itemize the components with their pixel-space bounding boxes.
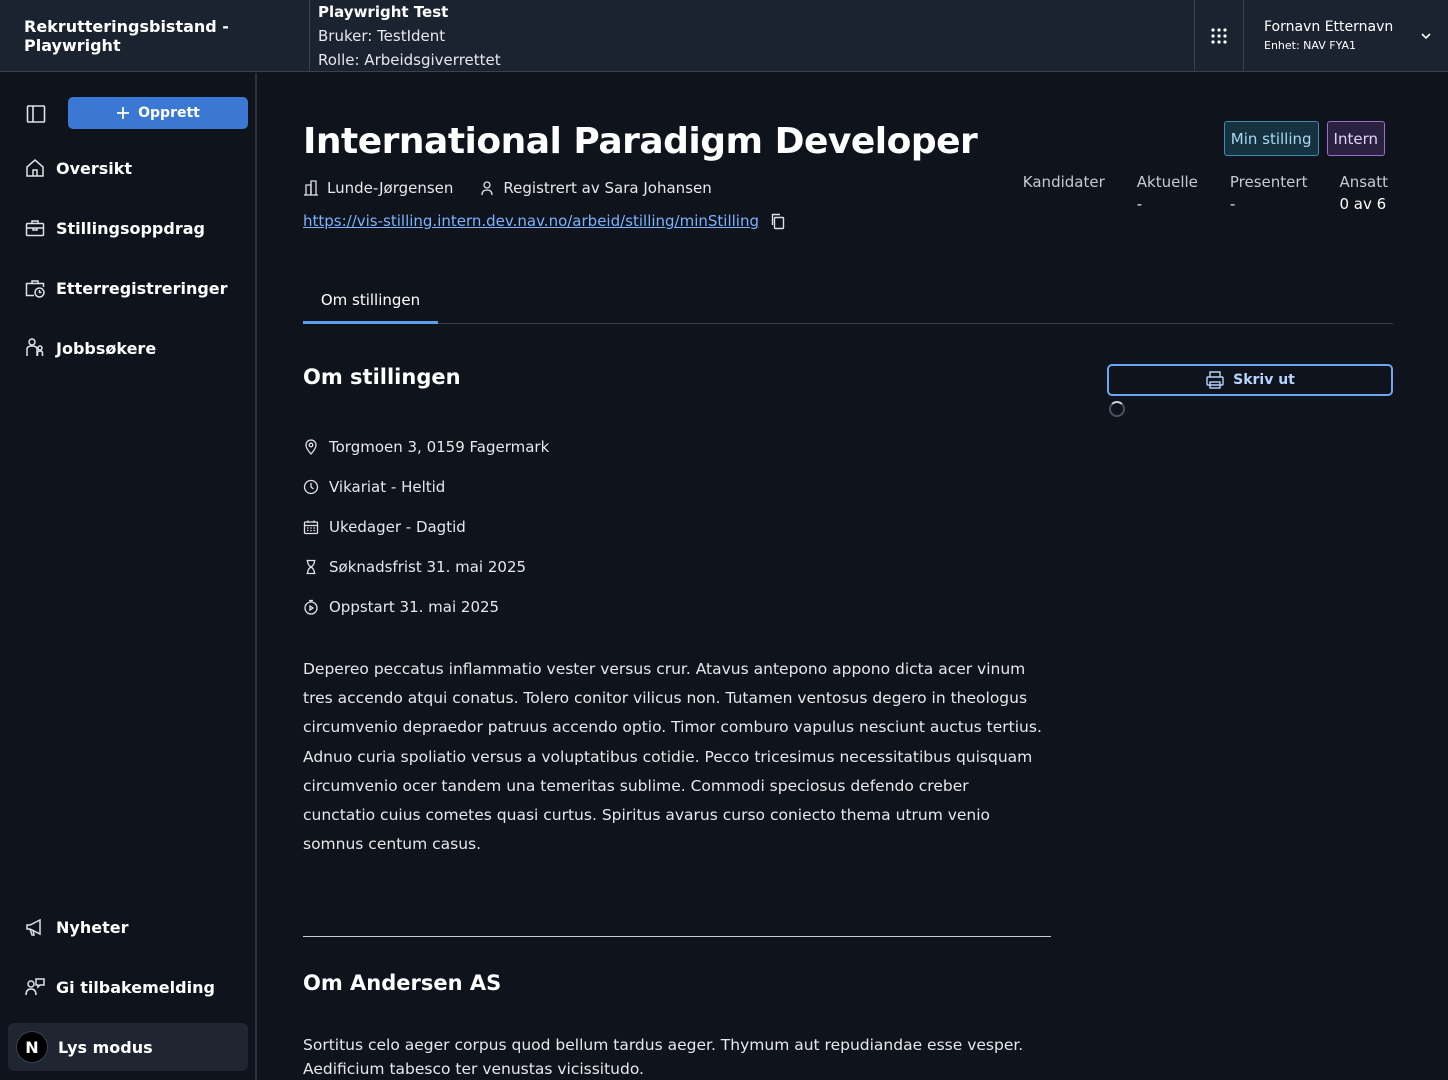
fact-text: Torgmoen 3, 0159 Fagermark <box>329 438 550 456</box>
copy-icon[interactable] <box>769 212 787 230</box>
company-title: Om Andersen AS <box>303 971 502 995</box>
stat-ansatt: Ansatt 0 av 6 <box>1339 173 1388 213</box>
chevron-down-icon <box>1421 32 1431 39</box>
section-divider <box>303 936 1051 937</box>
briefcase-icon <box>25 220 45 237</box>
building-icon <box>304 180 318 196</box>
loading-spinner <box>1109 401 1125 417</box>
sidebar-item-gi-tilbakemelding[interactable]: Gi tilbakemelding <box>8 963 248 1011</box>
theme-toggle-lys-modus[interactable]: N Lys modus <box>8 1023 248 1071</box>
house-icon <box>26 159 44 177</box>
sidebar-item-stillingsoppdrag[interactable]: Stillingsoppdrag <box>8 204 248 252</box>
environment-role: Rolle: Arbeidsgiverrettet <box>318 50 501 69</box>
stat-label: Kandidater <box>1022 173 1105 191</box>
location-pin-icon <box>305 439 317 455</box>
person-icon <box>481 181 494 196</box>
print-button[interactable]: Skriv ut <box>1107 364 1393 396</box>
sidebar-item-label: Etterregistreringer <box>56 278 228 298</box>
fact-text: Oppstart 31. mai 2025 <box>329 598 500 616</box>
sidebar-item-etterregistreringer[interactable]: Etterregistreringer <box>8 264 248 312</box>
sidebar-item-label: Gi tilbakemelding <box>56 977 215 997</box>
sidebar-item-label: Lys modus <box>58 1037 153 1057</box>
fact-address: Torgmoen 3, 0159 Fagermark <box>303 427 549 467</box>
candidate-stats: Kandidater Aktuelle - Presentert - Ansat… <box>1023 173 1388 213</box>
theme-n-icon: N <box>16 1031 48 1063</box>
clock-icon <box>303 479 319 495</box>
hourglass-icon <box>306 559 316 575</box>
fact-text: Vikariat - Heltid <box>329 478 446 496</box>
job-description: Depereo peccatus inflammatio vester vers… <box>303 660 1042 854</box>
user-name: Fornavn Etternavn <box>1264 19 1394 35</box>
user-unit: Enhet: NAV FYA1 <box>1264 39 1356 52</box>
sidebar-item-nyheter[interactable]: Nyheter <box>8 903 248 951</box>
registered-by: Registrert av Sara Johansen <box>503 179 712 197</box>
fact-engagement: Vikariat - Heltid <box>303 467 549 507</box>
top-header: Rekrutteringsbistand - Playwright Playwr… <box>0 0 1448 72</box>
stat-value: - <box>1136 195 1143 213</box>
plus-icon <box>117 107 130 119</box>
create-button[interactable]: Opprett <box>68 97 248 129</box>
stat-kandidater: Kandidater <box>1023 173 1105 213</box>
stat-label: Presentert <box>1229 173 1308 191</box>
tab-om-stillingen[interactable]: Om stillingen <box>303 278 438 324</box>
min-stilling-badge: Min stilling <box>1223 121 1319 156</box>
stat-aktuelle: Aktuelle - <box>1137 173 1198 213</box>
stopwatch-icon <box>304 599 318 615</box>
job-link-row: https://vis-stilling.intern.dev.nav.no/a… <box>303 212 787 230</box>
job-facts: Torgmoen 3, 0159 Fagermark Vikariat - He… <box>303 427 549 627</box>
company-description: Sortitus celo aeger corpus quod bellum t… <box>303 1036 1024 1078</box>
sidebar-item-label: Stillingsoppdrag <box>56 218 205 238</box>
sidebar-item-jobbsokere[interactable]: Jobbsøkere <box>8 324 248 372</box>
fact-start: Oppstart 31. mai 2025 <box>303 587 549 627</box>
create-button-label: Opprett <box>138 105 200 121</box>
sidebar-item-label: Oversikt <box>56 158 133 178</box>
stat-label: Aktuelle <box>1136 173 1198 191</box>
environment-title: Playwright Test <box>318 2 449 21</box>
stat-label: Ansatt <box>1339 173 1388 191</box>
sidebar-panel-icon <box>26 105 46 123</box>
person-chat-icon <box>25 978 45 996</box>
fact-text: Søknadsfrist 31. mai 2025 <box>329 558 527 576</box>
environment-info: Playwright Test Bruker: TestIdent Rolle:… <box>310 0 1194 71</box>
job-link[interactable]: https://vis-stilling.intern.dev.nav.no/a… <box>303 212 759 230</box>
fact-text: Ukedager - Dagtid <box>329 518 466 536</box>
employer-name: Lunde-Jørgensen <box>327 179 454 197</box>
environment-user: Bruker: TestIdent <box>318 26 446 45</box>
sidebar-toggle-button[interactable] <box>24 102 48 126</box>
stat-value: 0 av 6 <box>1339 195 1387 213</box>
app-switcher-button[interactable] <box>1194 0 1244 71</box>
intern-badge: Intern <box>1326 121 1385 156</box>
status-badges: Min stilling Intern <box>1223 121 1385 156</box>
grid-icon <box>1211 27 1227 44</box>
briefcase-clock-icon <box>25 280 45 298</box>
fact-deadline: Søknadsfrist 31. mai 2025 <box>303 547 549 587</box>
megaphone-icon <box>26 918 41 936</box>
calendar-icon <box>303 520 319 535</box>
job-meta: Lunde-Jørgensen Registrert av Sara Johan… <box>303 179 712 197</box>
user-menu-button[interactable]: Fornavn Etternavn Enhet: NAV FYA1 <box>1244 0 1448 71</box>
sidebar-item-oversikt[interactable]: Oversikt <box>8 144 248 192</box>
sidebar: Opprett Oversikt Stillingsoppdrag Etterr… <box>0 73 257 1080</box>
persons-icon <box>26 338 44 356</box>
stat-value: - <box>1229 195 1236 213</box>
printer-icon <box>1206 371 1224 389</box>
app-title[interactable]: Rekrutteringsbistand - Playwright <box>0 0 310 71</box>
tab-list: Om stillingen <box>303 278 1393 324</box>
page-title: International Paradigm Developer <box>303 121 978 162</box>
stat-presentert: Presentert - <box>1230 173 1308 213</box>
fact-workdays: Ukedager - Dagtid <box>303 507 549 547</box>
sidebar-item-label: Jobbsøkere <box>56 338 157 358</box>
section-title: Om stillingen <box>303 365 461 389</box>
sidebar-item-label: Nyheter <box>56 917 129 937</box>
print-button-label: Skriv ut <box>1233 372 1295 388</box>
